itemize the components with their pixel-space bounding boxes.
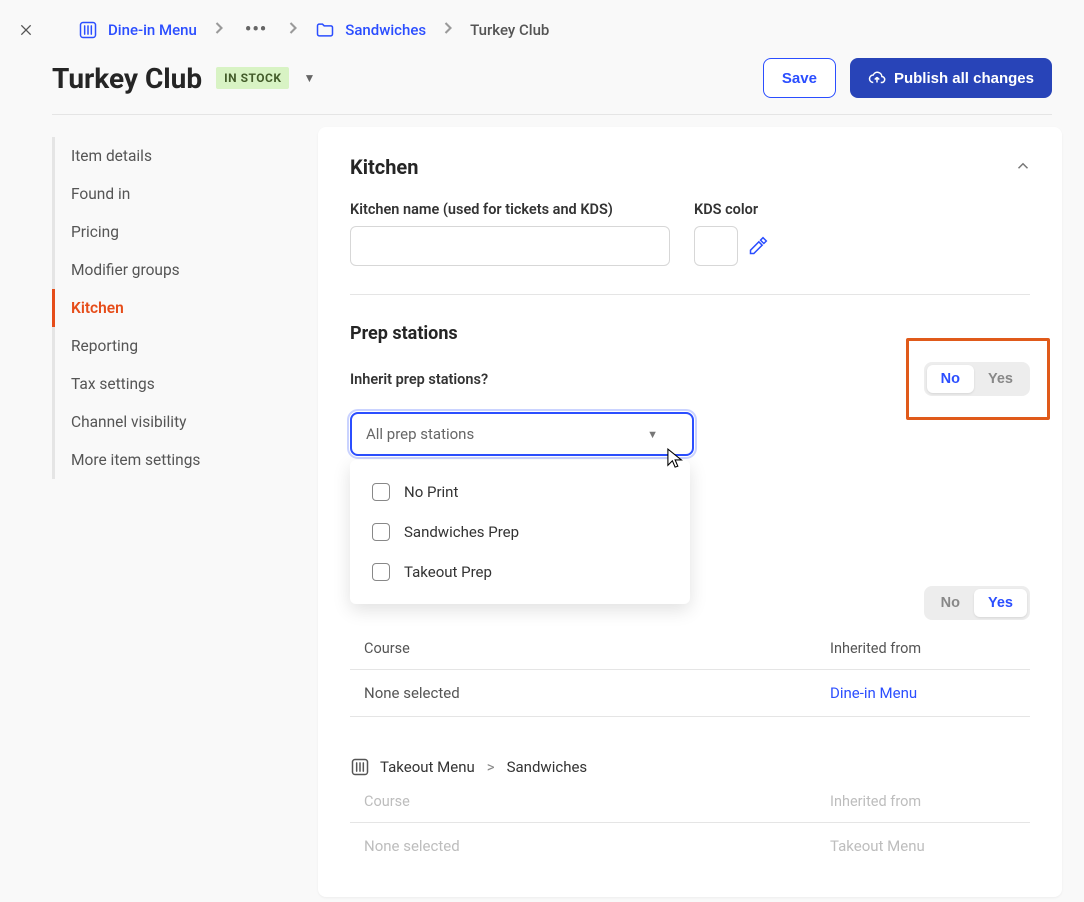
path-category[interactable]: Sandwiches [507, 758, 588, 776]
prep-option-sandwiches[interactable]: Sandwiches Prep [350, 512, 690, 552]
sidenav-reporting[interactable]: Reporting [52, 327, 304, 365]
sidenav-modifier-groups[interactable]: Modifier groups [52, 251, 304, 289]
menu-path: Takeout Menu > Sandwiches [350, 757, 1030, 777]
breadcrumb: Dine-in Menu ••• Sandwiches Turkey Club [52, 16, 1076, 44]
kitchen-heading: Kitchen [350, 155, 1030, 179]
prep-stations-placeholder: All prep stations [366, 425, 474, 443]
inherited-col-header: Inherited from [830, 640, 1030, 657]
cloud-upload-icon [868, 69, 886, 87]
stock-dropdown-caret[interactable]: ▼ [303, 71, 315, 85]
kitchen-card: Kitchen Kitchen name (used for tickets a… [318, 127, 1062, 897]
prep-option-label: Sandwiches Prep [404, 523, 519, 541]
breadcrumb-root[interactable]: Dine-in Menu [76, 16, 199, 44]
breadcrumb-folder[interactable]: Sandwiches [313, 16, 428, 44]
prep-option-takeout[interactable]: Takeout Prep [350, 552, 690, 592]
save-button[interactable]: Save [763, 58, 836, 98]
course-col-header: Course [350, 640, 830, 657]
sidenav-more-settings[interactable]: More item settings [52, 441, 304, 479]
save-button-label: Save [782, 70, 817, 87]
prep-stations-dropdown[interactable]: All prep stations ▼ [350, 412, 694, 456]
prep-option-label: Takeout Prep [404, 563, 492, 581]
folder-icon [315, 20, 335, 40]
course-inherit-toggle: No Yes [924, 586, 1030, 620]
course-col-header: Course [350, 793, 830, 810]
kitchen-name-input[interactable] [350, 226, 670, 266]
close-button[interactable] [8, 12, 44, 48]
course-toggle-no[interactable]: No [927, 589, 974, 617]
breadcrumb-folder-label: Sandwiches [345, 21, 426, 39]
inherit-toggle-yes[interactable]: Yes [974, 365, 1027, 393]
prep-option-no-print[interactable]: No Print [350, 472, 690, 512]
sidenav-kitchen[interactable]: Kitchen [52, 289, 304, 327]
publish-button-label: Publish all changes [894, 70, 1034, 87]
menu-icon [350, 757, 370, 777]
kitchen-name-label: Kitchen name (used for tickets and KDS) [350, 201, 670, 218]
course-toggle-yes[interactable]: Yes [974, 589, 1027, 617]
stock-badge: IN STOCK [216, 67, 289, 89]
inherited-col-header: Inherited from [830, 793, 1030, 810]
menu-icon [78, 20, 98, 40]
chevron-right-icon: > [485, 758, 497, 776]
breadcrumb-ellipsis[interactable]: ••• [239, 25, 273, 35]
sidenav-tax-settings[interactable]: Tax settings [52, 365, 304, 403]
eyedropper-icon [748, 236, 768, 256]
prep-option-label: No Print [404, 483, 458, 501]
kds-color-label: KDS color [694, 201, 768, 218]
sidenav-pricing[interactable]: Pricing [52, 213, 304, 251]
inherit-toggle: No Yes [924, 362, 1030, 396]
sidenav-channel-visibility[interactable]: Channel visibility [52, 403, 304, 441]
inherited-from-value: Takeout Menu [830, 837, 1030, 855]
path-menu[interactable]: Takeout Menu [380, 758, 475, 776]
page-title: Turkey Club [52, 62, 202, 95]
chevron-right-icon [205, 18, 233, 42]
prep-stations-heading: Prep stations [350, 323, 1030, 344]
chevron-right-icon [434, 18, 462, 42]
side-nav: Item details Found in Pricing Modifier g… [52, 115, 304, 897]
prep-stations-menu: No Print Sandwiches Prep Takeout Prep [350, 460, 690, 604]
checkbox-icon [372, 563, 390, 581]
chevron-right-icon [279, 18, 307, 42]
course-value: None selected [350, 684, 830, 702]
chevron-down-icon: ▼ [647, 428, 658, 441]
sidenav-item-details[interactable]: Item details [52, 137, 304, 175]
publish-button[interactable]: Publish all changes [850, 58, 1052, 98]
inherit-label: Inherit prep stations? [350, 371, 488, 388]
inherit-toggle-no[interactable]: No [927, 365, 974, 393]
kds-color-swatch[interactable] [694, 226, 738, 266]
course-value: None selected [350, 837, 830, 855]
eyedropper-button[interactable] [748, 236, 768, 256]
checkbox-icon [372, 483, 390, 501]
checkbox-icon [372, 523, 390, 541]
inherited-from-link[interactable]: Dine-in Menu [830, 684, 1030, 702]
sidenav-found-in[interactable]: Found in [52, 175, 304, 213]
breadcrumb-root-label: Dine-in Menu [108, 21, 197, 39]
collapse-toggle[interactable] [1014, 157, 1032, 179]
breadcrumb-current: Turkey Club [468, 17, 551, 43]
